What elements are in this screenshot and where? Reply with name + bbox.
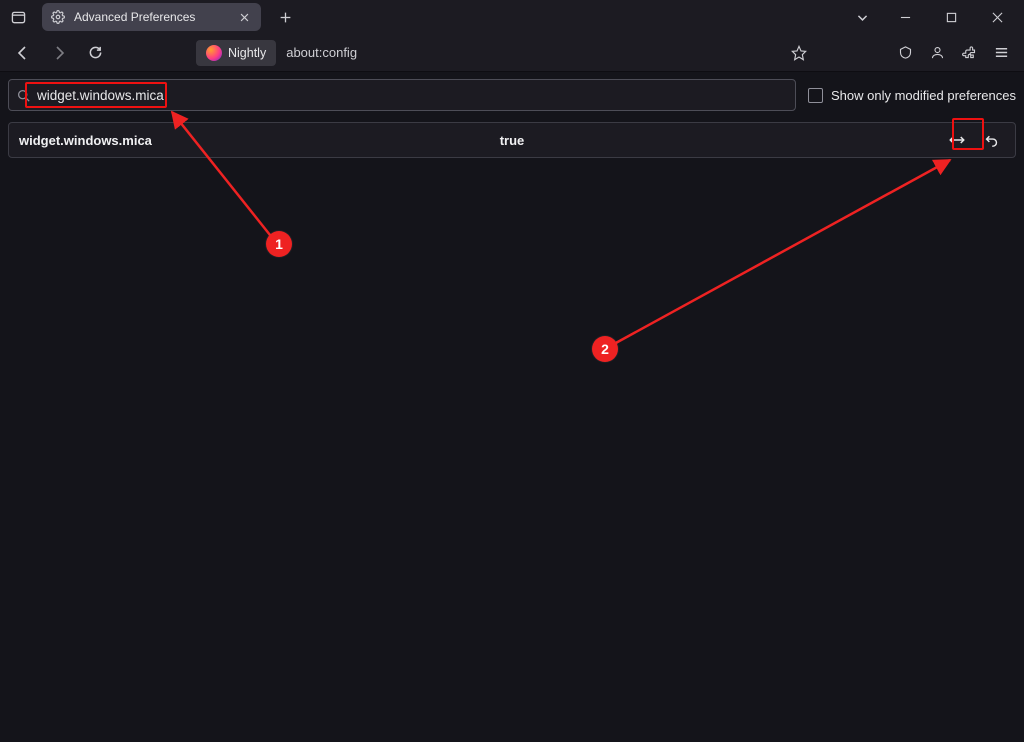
forward-button[interactable] bbox=[44, 38, 74, 68]
gear-icon bbox=[50, 9, 66, 25]
annotation-badge-2: 2 bbox=[592, 336, 618, 362]
window-titlebar: Advanced Preferences bbox=[0, 0, 1024, 34]
sidebar-toggle-icon[interactable] bbox=[4, 3, 32, 31]
search-input[interactable] bbox=[31, 88, 191, 103]
show-modified-label: Show only modified preferences bbox=[831, 88, 1016, 103]
url-text: about:config bbox=[286, 45, 357, 60]
annotation-badge-1: 1 bbox=[266, 231, 292, 257]
titlebar-left: Advanced Preferences bbox=[4, 3, 299, 31]
preference-row: widget.windows.mica true bbox=[8, 122, 1016, 158]
reload-button[interactable] bbox=[80, 38, 110, 68]
reset-button[interactable] bbox=[977, 126, 1005, 154]
back-button[interactable] bbox=[8, 38, 38, 68]
extensions-button[interactable] bbox=[954, 38, 984, 68]
preference-actions bbox=[943, 126, 1005, 154]
tab-close-button[interactable] bbox=[235, 8, 253, 26]
account-button[interactable] bbox=[922, 38, 952, 68]
new-tab-button[interactable] bbox=[271, 3, 299, 31]
toggle-button[interactable] bbox=[943, 126, 971, 154]
search-icon bbox=[15, 87, 31, 103]
browser-tab[interactable]: Advanced Preferences bbox=[42, 3, 261, 31]
app-menu-button[interactable] bbox=[986, 38, 1016, 68]
url-bar[interactable]: Nightly about:config bbox=[196, 38, 357, 68]
show-modified-filter[interactable]: Show only modified preferences bbox=[808, 88, 1016, 103]
toolbar-actions bbox=[890, 38, 1016, 68]
site-identity-chip[interactable]: Nightly bbox=[196, 40, 276, 66]
window-close-button[interactable] bbox=[974, 0, 1020, 34]
preference-name: widget.windows.mica bbox=[19, 133, 152, 148]
firefox-logo-icon bbox=[206, 45, 222, 61]
window-controls bbox=[842, 0, 1020, 34]
tabs-dropdown-button[interactable] bbox=[842, 0, 882, 34]
save-to-pocket-button[interactable] bbox=[890, 38, 920, 68]
browser-toolbar: Nightly about:config bbox=[0, 34, 1024, 72]
brand-label: Nightly bbox=[228, 46, 266, 60]
bookmark-button[interactable] bbox=[784, 38, 814, 68]
window-maximize-button[interactable] bbox=[928, 0, 974, 34]
about-config-content: Show only modified preferences widget.wi… bbox=[0, 72, 1024, 164]
search-row: Show only modified preferences bbox=[8, 78, 1016, 112]
search-box[interactable] bbox=[8, 79, 796, 111]
tab-title: Advanced Preferences bbox=[74, 10, 195, 24]
window-minimize-button[interactable] bbox=[882, 0, 928, 34]
checkbox-icon[interactable] bbox=[808, 88, 823, 103]
preference-value: true bbox=[500, 133, 525, 148]
